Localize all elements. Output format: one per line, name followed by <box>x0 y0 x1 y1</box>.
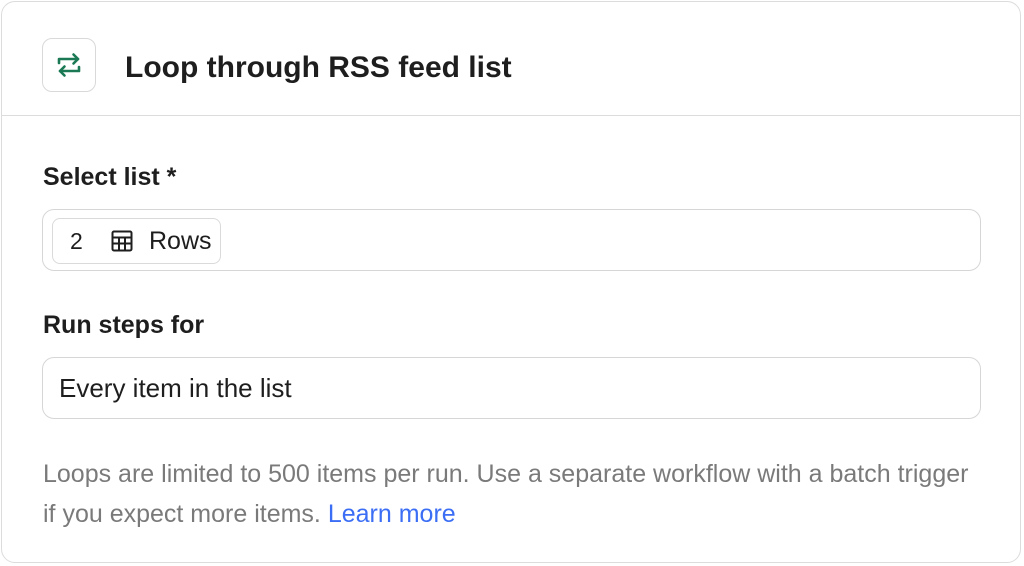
helper-text: Loops are limited to 500 items per run. … <box>43 460 969 528</box>
rows-count: 2 <box>70 227 83 254</box>
run-steps-select[interactable]: Every item in the list <box>42 357 981 419</box>
loop-arrows-icon <box>54 50 84 80</box>
table-icon <box>110 229 134 253</box>
rows-chip[interactable]: 2 Rows <box>52 218 221 264</box>
step-title: Loop through RSS feed list <box>125 51 512 84</box>
card-header: Loop through RSS feed list <box>2 2 1020 116</box>
run-steps-value: Every item in the list <box>59 373 292 403</box>
learn-more-link[interactable]: Learn more <box>328 500 456 528</box>
loop-icon-box <box>42 38 96 92</box>
rows-label: Rows <box>149 226 212 255</box>
loop-step-card: Loop through RSS feed list Select list *… <box>1 1 1021 563</box>
select-list-label: Select list * <box>43 163 177 191</box>
select-list-field[interactable]: 2 Rows <box>42 209 981 271</box>
loop-limit-helper-text: Loops are limited to 500 items per run. … <box>43 454 973 534</box>
run-steps-label: Run steps for <box>43 311 205 339</box>
